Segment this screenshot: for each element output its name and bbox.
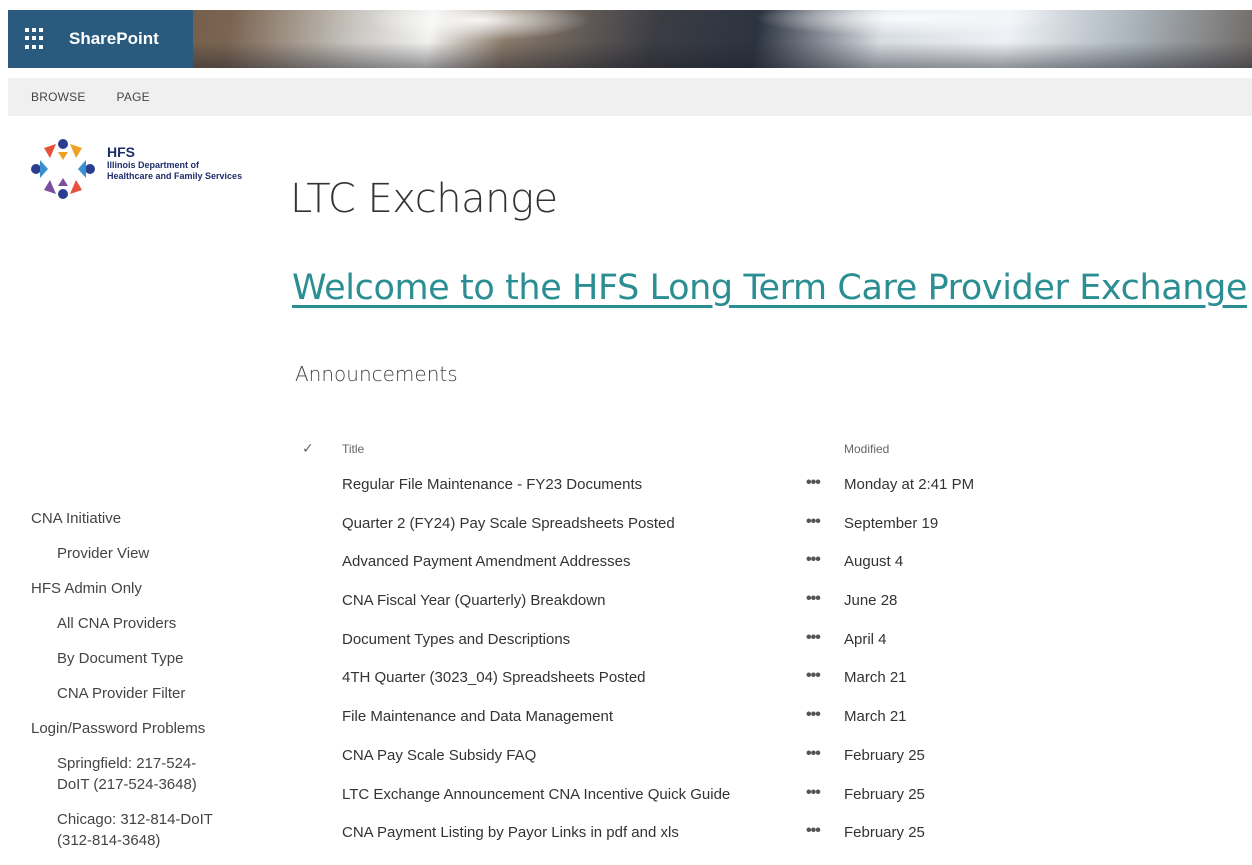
nav-item-hfs-admin-only[interactable]: HFS Admin Only	[31, 578, 266, 613]
item-modified-date: February 25	[844, 746, 925, 764]
checkmark-icon[interactable]: ✓	[302, 440, 314, 457]
site-title[interactable]: LTC Exchange	[290, 176, 558, 222]
logo-short-name: HFS	[107, 144, 135, 160]
column-header-modified[interactable]: Modified	[844, 442, 889, 456]
ellipsis-menu-icon[interactable]: •••	[806, 784, 821, 802]
hfs-emblem-icon	[31, 139, 95, 199]
sharepoint-brand-link[interactable]: SharePoint	[69, 29, 159, 49]
ribbon-tab-page[interactable]: PAGE	[117, 90, 150, 104]
list-item[interactable]: Document Types and Descriptions ••• April …	[296, 623, 1016, 662]
item-modified-date: February 25	[844, 824, 925, 842]
ellipsis-menu-icon[interactable]: •••	[806, 706, 821, 724]
ellipsis-menu-icon[interactable]: •••	[806, 629, 821, 647]
item-modified-date: June 28	[844, 592, 898, 610]
item-title-link[interactable]: Regular File Maintenance - FY23 Document…	[342, 476, 642, 493]
item-modified-date: September 19	[844, 514, 939, 532]
list-item[interactable]: CNA Payment Listing by Payor Links in pd…	[296, 816, 1016, 855]
item-title-link[interactable]: CNA Pay Scale Subsidy FAQ	[342, 747, 536, 764]
left-navigation: CNA Initiative Provider View HFS Admin O…	[31, 508, 266, 865]
ribbon-bar: BROWSE PAGE	[8, 78, 1252, 116]
list-item[interactable]: CNA Fiscal Year (Quarterly) Breakdown •••…	[296, 584, 1016, 623]
ellipsis-menu-icon[interactable]: •••	[806, 822, 821, 840]
list-item[interactable]: 4TH Quarter (3023_04) Spreadsheets Poste…	[296, 661, 1016, 700]
item-title-link[interactable]: 4TH Quarter (3023_04) Spreadsheets Poste…	[342, 669, 646, 686]
item-modified-date: Monday at 2:41 PM	[844, 476, 975, 493]
item-modified-date: February 25	[844, 785, 925, 803]
list-item[interactable]: LTC Exchange Announcement CNA Incentive …	[296, 778, 1016, 817]
list-item[interactable]: File Maintenance and Data Management ••• M…	[296, 700, 1016, 739]
list-header: ✓ Title Modified	[296, 438, 1016, 468]
ellipsis-menu-icon[interactable]: •••	[806, 474, 821, 492]
list-item[interactable]: Quarter 2 (FY24) Pay Scale Spreadsheets …	[296, 507, 1016, 546]
nav-item-cna-provider-filter[interactable]: CNA Provider Filter	[31, 683, 266, 718]
item-title-link[interactable]: LTC Exchange Announcement CNA Incentive …	[342, 786, 730, 803]
logo-line-1: Illinois Department of	[107, 160, 200, 170]
item-modified-date: August 4	[844, 553, 904, 571]
item-title-link[interactable]: File Maintenance and Data Management	[342, 708, 613, 725]
column-header-title[interactable]: Title	[342, 442, 364, 456]
nav-item-cna-initiative[interactable]: CNA Initiative	[31, 508, 266, 543]
welcome-link[interactable]: Welcome to the HFS Long Term Care Provid…	[292, 268, 1247, 308]
item-title-link[interactable]: CNA Fiscal Year (Quarterly) Breakdown	[342, 592, 605, 609]
ellipsis-menu-icon[interactable]: •••	[806, 745, 821, 763]
nav-item-all-cna-providers[interactable]: All CNA Providers	[31, 613, 266, 648]
ellipsis-menu-icon[interactable]: •••	[806, 551, 821, 569]
item-title-link[interactable]: Document Types and Descriptions	[342, 631, 570, 648]
item-title-link[interactable]: CNA Payment Listing by Payor Links in pd…	[342, 824, 679, 841]
suite-bar: SharePoint	[8, 10, 1252, 68]
ellipsis-menu-icon[interactable]: •••	[806, 513, 821, 531]
nav-item-by-document-type[interactable]: By Document Type	[31, 648, 266, 683]
ellipsis-menu-icon[interactable]: •••	[806, 667, 821, 685]
item-modified-date: March 21	[844, 669, 907, 687]
suite-bar-brand-area: SharePoint	[8, 10, 193, 68]
nav-item-login-password-problems[interactable]: Login/Password Problems	[31, 718, 266, 753]
item-modified-date: April 4	[844, 630, 887, 648]
nav-item-provider-view[interactable]: Provider View	[31, 543, 266, 578]
nav-item-chicago-help[interactable]: Chicago: 312-814-DoIT (312-814-3648)	[31, 809, 247, 851]
announcements-heading[interactable]: Announcements	[295, 362, 458, 386]
item-title-link[interactable]: Quarter 2 (FY24) Pay Scale Spreadsheets …	[342, 515, 675, 532]
ribbon-tab-browse[interactable]: BROWSE	[31, 90, 86, 104]
item-title-link[interactable]: Advanced Payment Amendment Addresses	[342, 553, 631, 570]
list-item[interactable]: Advanced Payment Amendment Addresses ••• A…	[296, 545, 1016, 584]
logo-line-2: Healthcare and Family Services	[107, 171, 243, 181]
item-modified-date: March 21	[844, 708, 907, 726]
list-item[interactable]: CNA Pay Scale Subsidy FAQ ••• February 25	[296, 739, 1016, 778]
list-item[interactable]: Regular File Maintenance - FY23 Document…	[296, 468, 1016, 507]
hfs-logo[interactable]: HFS Illinois Department of Healthcare an…	[30, 138, 242, 200]
ellipsis-menu-icon[interactable]: •••	[806, 590, 821, 608]
nav-item-springfield-help[interactable]: Springfield: 217-524-DoIT (217-524-3648)	[31, 753, 227, 795]
app-launcher-icon[interactable]	[25, 28, 47, 50]
announcements-list: ✓ Title Modified Regular File Maintenanc…	[296, 438, 1016, 855]
